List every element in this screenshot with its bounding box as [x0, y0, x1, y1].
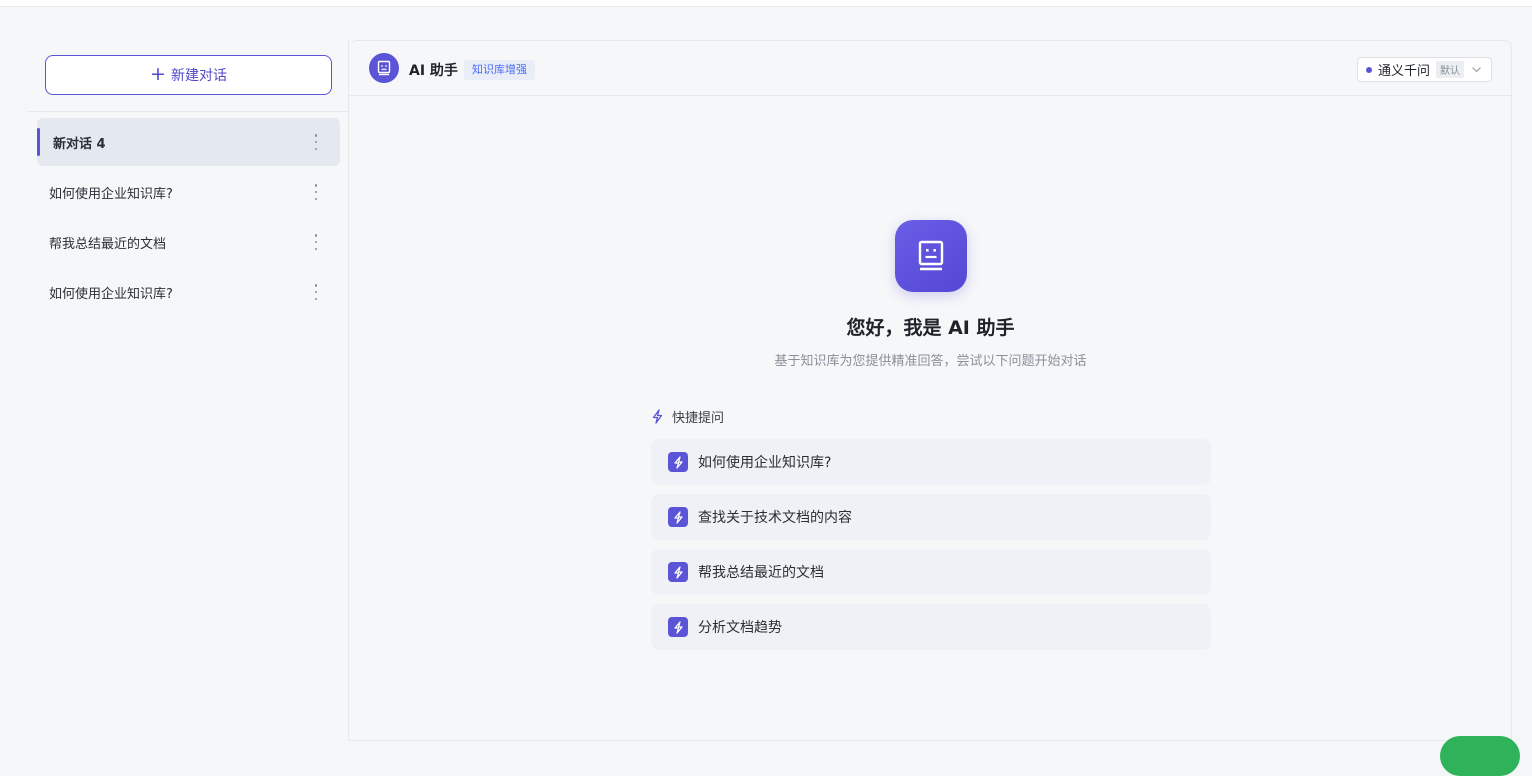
welcome-title: 您好，我是 AI 助手 — [846, 317, 1015, 339]
plus-icon: + — [150, 62, 166, 85]
lightning-icon — [652, 409, 663, 424]
welcome-subtitle: 基于知识库为您提供精准回答，尝试以下问题开始对话 — [774, 354, 1087, 369]
sidebar: + 新建对话 新对话 4 如何使用企业知识库? 帮我总结最近的文档 如何使用企业… — [28, 40, 349, 741]
active-indicator — [37, 128, 40, 156]
knowledge-base-badge: 知识库增强 — [464, 60, 535, 80]
floating-action-button[interactable] — [1440, 736, 1520, 776]
quick-question-item[interactable]: 分析文档趋势 — [651, 604, 1211, 650]
quick-question-item[interactable]: 帮我总结最近的文档 — [651, 549, 1211, 595]
conversation-item[interactable]: 如何使用企业知识库? — [37, 168, 340, 216]
quick-question-text: 查找关于技术文档的内容 — [698, 510, 852, 526]
default-badge: 默认 — [1436, 61, 1465, 78]
lightning-icon — [668, 617, 688, 637]
chevron-down-icon — [1471, 64, 1482, 79]
more-vertical-icon[interactable] — [314, 284, 318, 300]
quick-question-text: 分析文档趋势 — [698, 620, 782, 636]
quick-question-text: 如何使用企业知识库? — [698, 455, 832, 471]
quick-question-item[interactable]: 查找关于技术文档的内容 — [651, 494, 1211, 540]
model-name: 通义千问 — [1378, 64, 1431, 79]
quick-question-text: 帮我总结最近的文档 — [698, 565, 824, 581]
conversation-title: 如何使用企业知识库? — [49, 186, 173, 202]
conversation-title: 如何使用企业知识库? — [49, 286, 173, 302]
chat-main: AI 助手 知识库增强 通义千问 默认 您好，我是 AI 助手 基于知识库为您提… — [349, 40, 1512, 741]
new-chat-label: 新建对话 — [170, 68, 227, 84]
conversation-list: 新对话 4 如何使用企业知识库? 帮我总结最近的文档 如何使用企业知识库? — [37, 118, 340, 318]
lightning-icon — [668, 507, 688, 527]
conversation-item[interactable]: 新对话 4 — [37, 118, 340, 166]
more-vertical-icon[interactable] — [314, 184, 318, 200]
lightning-icon — [668, 452, 688, 472]
quick-questions-label: 快捷提问 — [672, 411, 725, 426]
robot-icon — [895, 220, 967, 292]
model-select[interactable]: 通义千问 默认 — [1357, 57, 1492, 82]
assistant-title: AI 助手 — [409, 63, 458, 79]
robot-icon — [369, 53, 399, 83]
quick-question-item[interactable]: 如何使用企业知识库? — [651, 439, 1211, 485]
quick-questions-list: 如何使用企业知识库? 查找关于技术文档的内容 帮我总结最近的文档 分析文档趋势 — [651, 439, 1211, 659]
lightning-icon — [668, 562, 688, 582]
chat-header: AI 助手 知识库增强 通义千问 默认 — [349, 41, 1512, 96]
top-bar — [0, 0, 1532, 7]
conversation-item[interactable]: 如何使用企业知识库? — [37, 268, 340, 316]
new-chat-button[interactable]: + 新建对话 — [45, 55, 332, 95]
model-status-dot — [1366, 66, 1372, 73]
quick-questions-header: 快捷提问 — [651, 407, 724, 426]
conversation-title: 新对话 4 — [53, 136, 106, 152]
more-vertical-icon[interactable] — [314, 234, 318, 250]
conversation-item[interactable]: 帮我总结最近的文档 — [37, 218, 340, 266]
more-vertical-icon[interactable] — [314, 134, 318, 150]
conversation-title: 帮我总结最近的文档 — [49, 236, 167, 252]
sidebar-divider — [28, 111, 348, 112]
